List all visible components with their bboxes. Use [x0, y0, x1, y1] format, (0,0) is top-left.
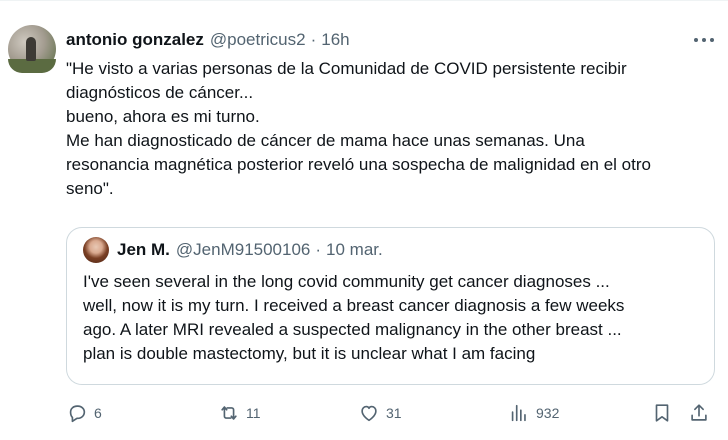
heart-icon: [361, 405, 377, 422]
bookmark-icon: [655, 404, 669, 422]
tweet-text-line: diagnósticos de cáncer...: [66, 83, 254, 102]
more-dot: [710, 38, 714, 42]
views-button[interactable]: 932: [508, 399, 559, 427]
share-button[interactable]: [688, 399, 710, 427]
like-count: 31: [386, 405, 402, 421]
author-avatar[interactable]: [8, 25, 56, 73]
avatar-landscape: [8, 59, 56, 73]
reply-icon: [69, 405, 86, 423]
quoted-text-line: I've seen several in the long covid comm…: [83, 272, 610, 291]
tweet-time[interactable]: 16h: [321, 30, 349, 50]
action-bar: 6 11 31 932: [66, 399, 716, 427]
quoted-text-line: well, now it is my turn. I received a br…: [83, 296, 625, 315]
quoted-author-avatar: [83, 237, 109, 263]
retweet-count: 11: [246, 405, 261, 421]
share-icon: [691, 404, 707, 421]
avatar-figure: [26, 37, 36, 61]
quoted-author-handle: @JenM91500106: [175, 240, 311, 259]
quoted-text-line: plan is double mastectomy, but it is unc…: [83, 344, 536, 363]
quoted-header-separator: ·: [315, 240, 322, 259]
views-count: 932: [536, 405, 560, 421]
author-handle[interactable]: @poetricus2: [210, 30, 306, 50]
views-icon: [511, 404, 526, 422]
tweet-card[interactable]: antonio gonzalez @poetricus2 · 16h "He v…: [0, 0, 728, 440]
retweet-icon: [221, 406, 237, 420]
tweet-text-line: seno".: [66, 179, 114, 198]
quoted-author-name: Jen M.: [117, 240, 170, 259]
quoted-tweet-date: 10 mar.: [326, 240, 383, 259]
quoted-tweet-text: I've seen several in the long covid comm…: [83, 270, 703, 366]
quoted-tweet[interactable]: Jen M. @JenM91500106 · 10 mar. I've seen…: [66, 227, 715, 385]
tweet-header: antonio gonzalez @poetricus2 · 16h: [66, 29, 350, 51]
reply-button[interactable]: 6: [66, 399, 102, 427]
more-options-icon[interactable]: [694, 31, 714, 49]
more-dot: [702, 38, 706, 42]
reply-count: 6: [94, 405, 102, 421]
quoted-tweet-header: Jen M. @JenM91500106 · 10 mar.: [117, 239, 383, 261]
quoted-text-line: ago. A later MRI revealed a suspected ma…: [83, 320, 622, 339]
author-name[interactable]: antonio gonzalez: [66, 30, 204, 50]
header-separator: ·: [310, 30, 317, 49]
tweet-text-line: Me han diagnosticado de cáncer de mama h…: [66, 131, 585, 150]
bookmark-button[interactable]: [651, 399, 673, 427]
like-button[interactable]: 31: [358, 399, 402, 427]
tweet-text-line: "He visto a varias personas de la Comuni…: [66, 59, 627, 78]
tweet-text-line: resonancia magnética posterior reveló un…: [66, 155, 651, 174]
tweet-text: "He visto a varias personas de la Comuni…: [66, 57, 706, 201]
retweet-button[interactable]: 11: [218, 399, 261, 427]
tweet-text-line: bueno, ahora es mi turno.: [66, 107, 260, 126]
more-dot: [694, 38, 698, 42]
